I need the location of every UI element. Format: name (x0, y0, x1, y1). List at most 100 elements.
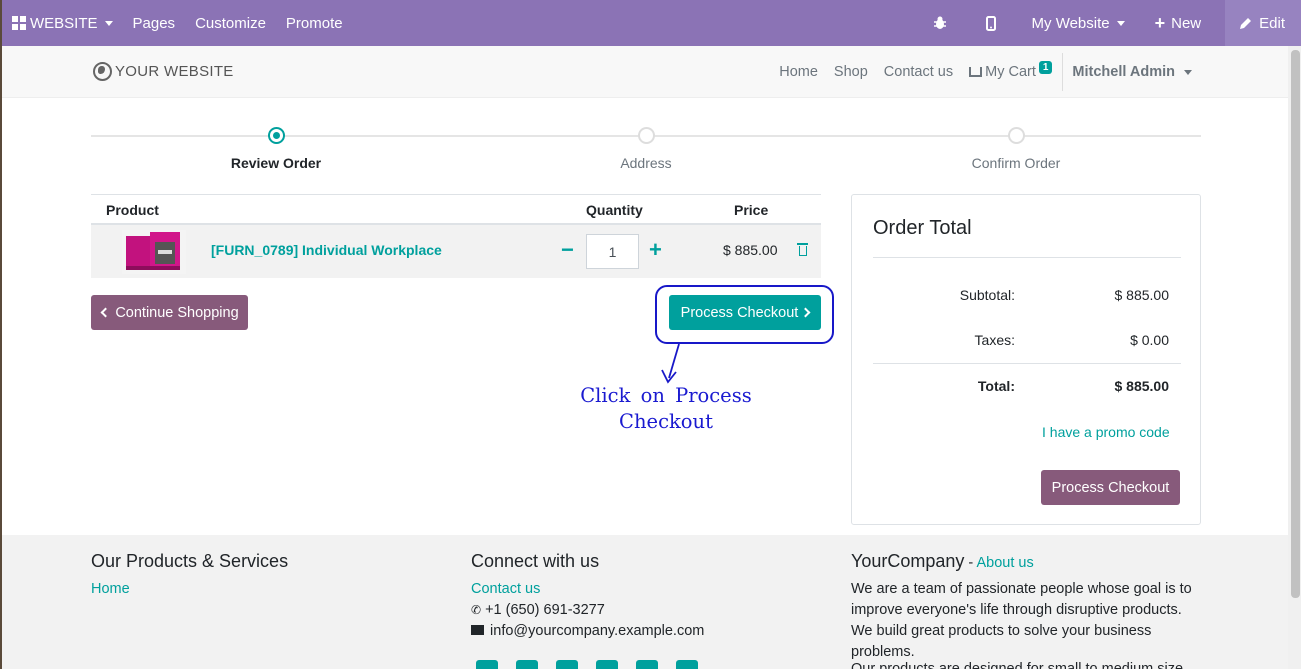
trash-icon[interactable] (797, 243, 808, 256)
scrollbar-thumb[interactable] (1291, 50, 1300, 598)
mobile-preview-button[interactable] (968, 0, 1014, 46)
subtotal-label: Subtotal: (959, 287, 1015, 303)
footer-connect-title: Connect with us (471, 551, 600, 571)
cart-table: Product Quantity Price [FURN_0789] Indiv… (91, 194, 821, 278)
cart-icon (969, 67, 983, 77)
annotation-text: Click on Process Checkout (580, 384, 752, 433)
footer-products-title: Our Products & Services (91, 551, 289, 571)
footer-home-link[interactable]: Home (91, 581, 130, 597)
caret-down-icon (1116, 20, 1125, 26)
promo-code-link[interactable]: I have a promo code (1042, 424, 1170, 440)
user-menu[interactable]: Mitchell Admin (1069, 64, 1192, 80)
globe-icon (93, 62, 112, 81)
total-label: Total: (977, 378, 1015, 394)
promote-menu[interactable]: Promote (276, 0, 353, 46)
annotation-highlight (655, 285, 834, 344)
footer-company-description-2: Our products are designed for small to m… (851, 661, 1184, 669)
website-menu[interactable]: WEBSITE (2, 0, 123, 46)
github-icon[interactable] (636, 660, 658, 669)
quantity-increase-button[interactable]: + (649, 237, 662, 263)
instagram-icon[interactable] (676, 660, 698, 669)
caret-down-icon (104, 20, 113, 26)
annotation-arrow (661, 343, 680, 384)
step-dot-address (638, 127, 655, 144)
product-name-link[interactable]: [FURN_0789] Individual Workplace (211, 242, 442, 258)
admin-navbar: WEBSITE Pages Customize Promote My Websi… (2, 0, 1301, 46)
user-name: Mitchell Admin (1072, 64, 1175, 80)
my-website-label: My Website (1031, 14, 1110, 32)
continue-shopping-label: Continue Shopping (115, 304, 239, 321)
quantity-decrease-button[interactable]: − (561, 237, 574, 263)
order-total-title: Order Total (873, 217, 972, 239)
chevron-left-icon (100, 307, 111, 318)
footer-company-separator: - (964, 555, 977, 571)
email-address: info@yourcompany.example.com (490, 623, 705, 639)
footer-company-description: We are a team of passionate people whose… (851, 581, 1192, 660)
col-product: Product (106, 202, 159, 218)
main-nav: Home Shop Contact us My Cart 1 Mitchell A… (771, 46, 1192, 98)
pages-menu[interactable]: Pages (123, 0, 186, 46)
divider (873, 363, 1181, 364)
nav-cart[interactable]: My Cart 1 (961, 61, 1060, 80)
step-review-order: Review Order (230, 155, 322, 171)
cart-table-header: Product Quantity Price (91, 194, 821, 225)
col-quantity: Quantity (586, 202, 643, 218)
bug-icon (933, 16, 946, 29)
site-footer: Our Products & Services Home Connect wit… (2, 535, 1288, 669)
step-dot-review (268, 127, 285, 144)
step-confirm-order: Confirm Order (971, 155, 1061, 171)
taxes-label: Taxes: (974, 332, 1015, 348)
my-website-menu[interactable]: My Website (1014, 0, 1145, 46)
plus-icon: + (1154, 12, 1166, 33)
new-button[interactable]: + New (1145, 0, 1226, 46)
apps-grid-icon (12, 16, 26, 30)
col-price: Price (734, 202, 769, 218)
footer-about-link[interactable]: About us (977, 555, 1034, 571)
twitter-icon[interactable] (516, 660, 538, 669)
edit-button[interactable]: Edit (1225, 0, 1301, 46)
nav-divider (1062, 53, 1064, 91)
nav-contact[interactable]: Contact us (876, 64, 961, 80)
caret-down-icon (1184, 69, 1192, 75)
order-total-card: Order Total Subtotal: $ 885.00 Taxes: $ … (851, 194, 1201, 525)
site-logo[interactable]: YOUR WEBSITE (93, 62, 234, 81)
line-price: $ 885.00 (723, 242, 778, 258)
facebook-icon[interactable] (476, 660, 498, 669)
phone-number: +1 (650) 691-3277 (485, 602, 605, 618)
footer-contact-link[interactable]: Contact us (471, 581, 540, 597)
pencil-icon (1240, 17, 1252, 29)
taxes-value: $ 0.00 (1130, 332, 1169, 348)
process-checkout-button-secondary[interactable]: Process Checkout (1041, 470, 1180, 505)
footer-company-name: YourCompany (851, 551, 965, 571)
quantity-input[interactable] (586, 234, 639, 269)
footer-company-heading: YourCompany - About us (851, 551, 1034, 572)
logo-text: YOUR WEBSITE (115, 63, 234, 80)
page-scrollbar[interactable] (1288, 46, 1301, 669)
edit-label: Edit (1259, 14, 1285, 32)
cart-count-badge: 1 (1038, 61, 1053, 74)
divider (873, 257, 1181, 258)
table-row: [FURN_0789] Individual Workplace − + $ 8… (91, 225, 821, 278)
footer-phone: ✆ +1 (650) 691-3277 (471, 600, 605, 621)
cart-label: My Cart (985, 64, 1036, 80)
subtotal-value: $ 885.00 (1114, 287, 1170, 303)
phone-icon: ✆ (471, 603, 482, 617)
product-image (122, 230, 186, 274)
youtube-icon[interactable] (596, 660, 618, 669)
envelope-icon (471, 625, 484, 635)
continue-shopping-button[interactable]: Continue Shopping (91, 295, 248, 330)
new-label: New (1171, 14, 1202, 32)
linkedin-icon[interactable] (556, 660, 578, 669)
debug-button[interactable] (912, 0, 968, 46)
step-dot-confirm (1008, 127, 1025, 144)
mobile-icon (985, 15, 996, 31)
nav-home[interactable]: Home (771, 64, 826, 80)
nav-shop[interactable]: Shop (826, 64, 876, 80)
site-header: YOUR WEBSITE Home Shop Contact us My Car… (2, 46, 1288, 98)
footer-email: info@yourcompany.example.com (471, 621, 704, 642)
total-value: $ 885.00 (1114, 378, 1170, 394)
step-address: Address (620, 155, 672, 171)
social-links (476, 660, 698, 669)
customize-menu[interactable]: Customize (185, 0, 276, 46)
website-menu-label: WEBSITE (30, 14, 98, 32)
